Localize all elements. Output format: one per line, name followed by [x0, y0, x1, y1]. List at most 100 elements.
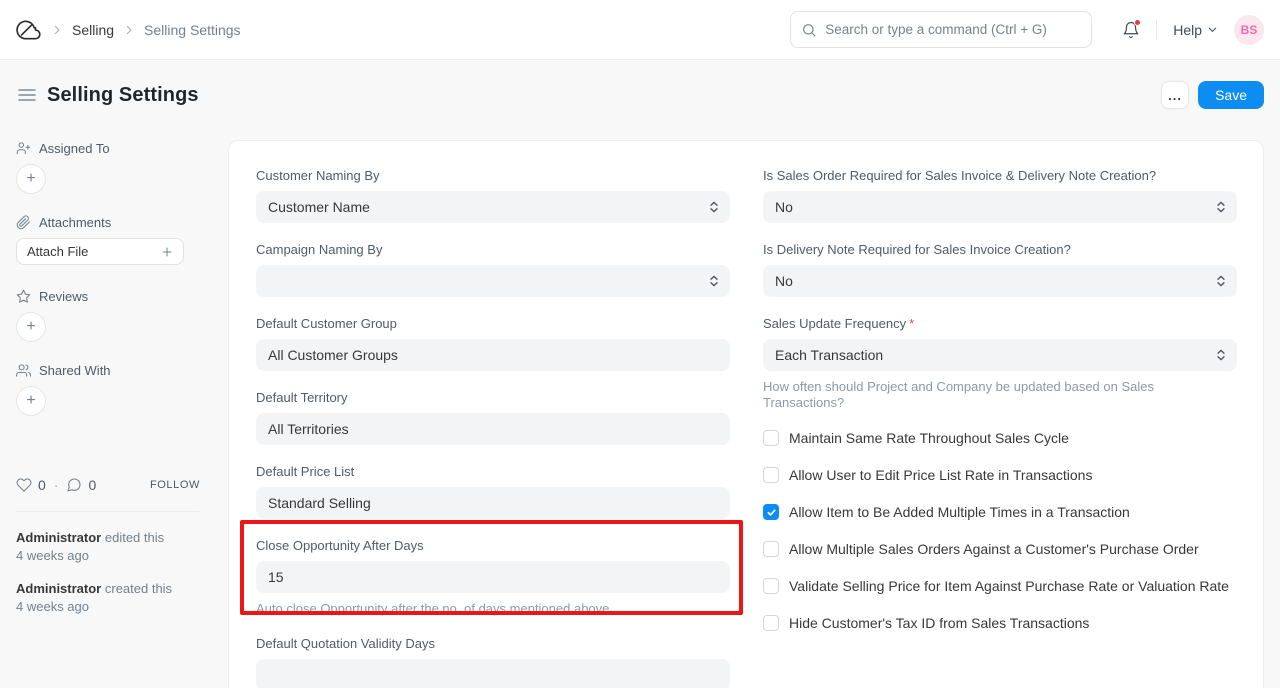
form-column-right: Is Sales Order Required for Sales Invoic… [763, 168, 1237, 688]
more-options-button[interactable]: ... [1161, 81, 1189, 109]
notifications-button[interactable] [1122, 21, 1140, 39]
chevron-right-icon [123, 24, 135, 36]
help-menu-button[interactable]: Help [1173, 22, 1218, 38]
field-description: Auto close Opportunity after the no. of … [256, 601, 730, 617]
default-territory-input[interactable] [256, 413, 730, 445]
checkbox-group: Maintain Same Rate Throughout Sales Cycl… [763, 430, 1237, 631]
delivery-note-required-input[interactable] [763, 265, 1237, 297]
activity-time: 4 weeks ago [16, 548, 89, 563]
field-default-quotation-validity-days: Default Quotation Validity Days [256, 636, 730, 688]
shared-with-section: Shared With + [16, 362, 200, 436]
add-review-button[interactable]: + [16, 312, 46, 342]
checkbox[interactable] [763, 430, 779, 446]
check-icon [766, 507, 777, 518]
checkbox-row-allow-item-multiple-times[interactable]: Allow Item to Be Added Multiple Times in… [763, 504, 1237, 520]
navbar-divider [1156, 20, 1157, 40]
select-chevron-icon [709, 273, 719, 289]
sales-order-required-input[interactable] [763, 191, 1237, 223]
reviews-label: Reviews [39, 289, 88, 304]
required-asterisk: * [909, 316, 914, 332]
attach-file-label: Attach File [27, 244, 88, 259]
activity-action: created this [105, 581, 172, 596]
social-row: 0 · 0 FOLLOW [16, 477, 200, 493]
sales-update-frequency-input[interactable] [763, 339, 1237, 371]
attach-file-button[interactable]: Attach File [16, 238, 184, 265]
select-chevron-icon [1216, 347, 1226, 363]
field-delivery-note-required: Is Delivery Note Required for Sales Invo… [763, 242, 1237, 297]
attachments-section: Attachments Attach File [16, 214, 200, 288]
field-label-text: Is Sales Order Required for Sales Invoic… [763, 168, 1156, 184]
checkbox-label: Allow Item to Be Added Multiple Times in… [789, 504, 1130, 520]
user-avatar[interactable]: BS [1234, 15, 1264, 45]
field-label-text: Default Customer Group [256, 316, 397, 332]
default-customer-group-input[interactable] [256, 339, 730, 371]
comment-icon[interactable] [66, 477, 82, 493]
field-default-customer-group: Default Customer Group [256, 316, 730, 371]
app-logo[interactable] [16, 17, 42, 43]
menu-icon [18, 88, 36, 102]
dot-separator: · [54, 477, 59, 493]
top-navbar: Selling Selling Settings Help BS [0, 0, 1280, 60]
checkbox-row-hide-customer-tax-id[interactable]: Hide Customer's Tax ID from Sales Transa… [763, 615, 1237, 631]
checkbox[interactable] [763, 541, 779, 557]
breadcrumb-selling-settings[interactable]: Selling Settings [144, 22, 241, 38]
reviews-section: Reviews + [16, 288, 200, 362]
search-icon [801, 22, 817, 38]
default-price-list-input[interactable] [256, 487, 730, 519]
attachments-label: Attachments [39, 215, 111, 230]
field-label-text: Customer Naming By [256, 168, 380, 184]
customer-naming-by-input[interactable] [256, 191, 730, 223]
add-share-button[interactable]: + [16, 386, 46, 416]
notification-dot [1134, 19, 1141, 26]
breadcrumb-selling[interactable]: Selling [72, 22, 114, 38]
checkbox-label: Maintain Same Rate Throughout Sales Cycl… [789, 430, 1069, 446]
field-campaign-naming-by: Campaign Naming By [256, 242, 730, 297]
activity-user: Administrator [16, 530, 101, 545]
checkbox-row-allow-multiple-sales-orders[interactable]: Allow Multiple Sales Orders Against a Cu… [763, 541, 1237, 557]
users-icon [16, 363, 31, 378]
field-sales-update-frequency: Sales Update Frequency * How often shoul… [763, 316, 1237, 411]
follow-button[interactable]: FOLLOW [150, 479, 200, 491]
activity-time: 4 weeks ago [16, 599, 89, 614]
campaign-naming-by-input[interactable] [256, 265, 730, 297]
comment-count: 0 [88, 477, 96, 493]
checkbox[interactable] [763, 467, 779, 483]
activity-user: Administrator [16, 581, 101, 596]
field-label-text: Campaign Naming By [256, 242, 382, 258]
assigned-to-section: Assigned To + [16, 140, 200, 214]
field-label-text: Is Delivery Note Required for Sales Invo… [763, 242, 1071, 258]
sidebar-toggle-button[interactable] [16, 86, 38, 104]
checkbox[interactable] [763, 578, 779, 594]
global-search[interactable] [790, 11, 1092, 48]
checkbox-row-maintain-same-rate[interactable]: Maintain Same Rate Throughout Sales Cycl… [763, 430, 1237, 446]
add-assignment-button[interactable]: + [16, 164, 46, 194]
page-header: Selling Settings ... Save [0, 60, 1280, 130]
form-sidebar: Assigned To + Attachments Attach File Re… [16, 140, 200, 616]
activity-edited: Administrator edited this 4 weeks ago [16, 529, 200, 565]
paperclip-icon [16, 215, 31, 230]
checkbox-label: Allow User to Edit Price List Rate in Tr… [789, 467, 1092, 483]
search-input[interactable] [825, 22, 1081, 37]
save-button[interactable]: Save [1198, 81, 1264, 109]
checkbox-label: Validate Selling Price for Item Against … [789, 578, 1229, 594]
checkbox[interactable] [763, 504, 779, 520]
field-customer-naming-by: Customer Naming By [256, 168, 730, 223]
default-quotation-validity-days-input[interactable] [256, 659, 730, 688]
checkbox-row-validate-selling-price[interactable]: Validate Selling Price for Item Against … [763, 578, 1237, 594]
field-default-territory: Default Territory [256, 390, 730, 445]
heart-icon[interactable] [16, 477, 32, 493]
plus-icon [161, 246, 173, 258]
help-label: Help [1173, 22, 1202, 38]
checkbox-label: Allow Multiple Sales Orders Against a Cu… [789, 541, 1199, 557]
activity-created: Administrator created this 4 weeks ago [16, 580, 200, 616]
checkbox-row-allow-user-edit-price-list-rate[interactable]: Allow User to Edit Price List Rate in Tr… [763, 467, 1237, 483]
close-opportunity-after-days-input[interactable] [256, 561, 730, 593]
field-label-text: Default Quotation Validity Days [256, 636, 435, 652]
user-plus-icon [16, 141, 31, 156]
sidebar-divider [16, 511, 199, 512]
checkbox[interactable] [763, 615, 779, 631]
like-count: 0 [38, 477, 46, 493]
field-sales-order-required: Is Sales Order Required for Sales Invoic… [763, 168, 1237, 223]
checkbox-label: Hide Customer's Tax ID from Sales Transa… [789, 615, 1089, 631]
field-close-opportunity-after-days: Close Opportunity After Days Auto close … [256, 538, 730, 617]
